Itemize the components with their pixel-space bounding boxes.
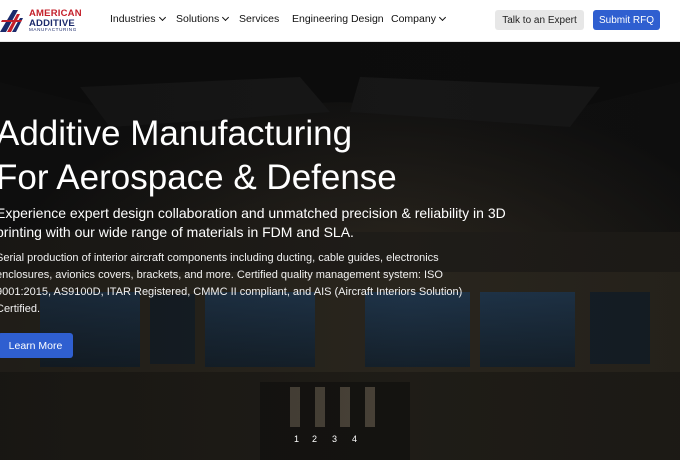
nav-solutions-label: Solutions bbox=[176, 13, 220, 25]
logo-text-manufacturing: MANUFACTURING bbox=[29, 27, 77, 33]
carousel-page-3[interactable]: 3 bbox=[332, 434, 337, 444]
hero-body-text: Serial production of interior aircraft c… bbox=[0, 252, 463, 315]
submit-rfq-button[interactable]: Submit RFQ bbox=[593, 10, 660, 30]
nav-company[interactable]: Company bbox=[391, 13, 446, 25]
hero-title: Additive Manufacturing For Aerospace & D… bbox=[0, 112, 397, 200]
carousel-page-1[interactable]: 1 bbox=[294, 434, 299, 444]
nav-services[interactable]: Services bbox=[239, 13, 279, 25]
nav-engineering-design[interactable]: Engineering Design bbox=[292, 13, 384, 25]
chevron-down-icon bbox=[222, 13, 230, 22]
nav-services-label: Services bbox=[239, 13, 280, 25]
carousel-pagination: 1 2 3 4 bbox=[0, 434, 680, 446]
site-header: AMERICAN ADDITIVE MANUFACTURING Industri… bbox=[0, 0, 680, 42]
learn-more-button[interactable]: Learn More bbox=[0, 333, 73, 358]
nav-solutions[interactable]: Solutions bbox=[176, 13, 230, 25]
hero-title-line1: Additive Manufacturing bbox=[0, 114, 353, 153]
chevron-down-icon bbox=[438, 13, 446, 22]
hero-title-line2: For Aerospace & Defense bbox=[0, 158, 397, 197]
nav-industries[interactable]: Industries bbox=[110, 13, 166, 25]
company-logo[interactable]: AMERICAN ADDITIVE MANUFACTURING bbox=[0, 8, 86, 34]
nav-industries-label: Industries bbox=[110, 13, 156, 25]
carousel-page-4[interactable]: 4 bbox=[352, 434, 357, 444]
chevron-down-icon bbox=[158, 13, 166, 22]
flag-wing-icon bbox=[0, 10, 23, 32]
hero-subtitle: Experience expert design collaboration a… bbox=[0, 205, 506, 240]
talk-to-expert-button[interactable]: Talk to an Expert bbox=[495, 10, 584, 30]
hero-section: Additive Manufacturing For Aerospace & D… bbox=[0, 42, 680, 460]
nav-engineering-design-label: Engineering Design bbox=[292, 13, 384, 25]
carousel-page-2[interactable]: 2 bbox=[312, 434, 317, 444]
nav-company-label: Company bbox=[391, 13, 436, 25]
